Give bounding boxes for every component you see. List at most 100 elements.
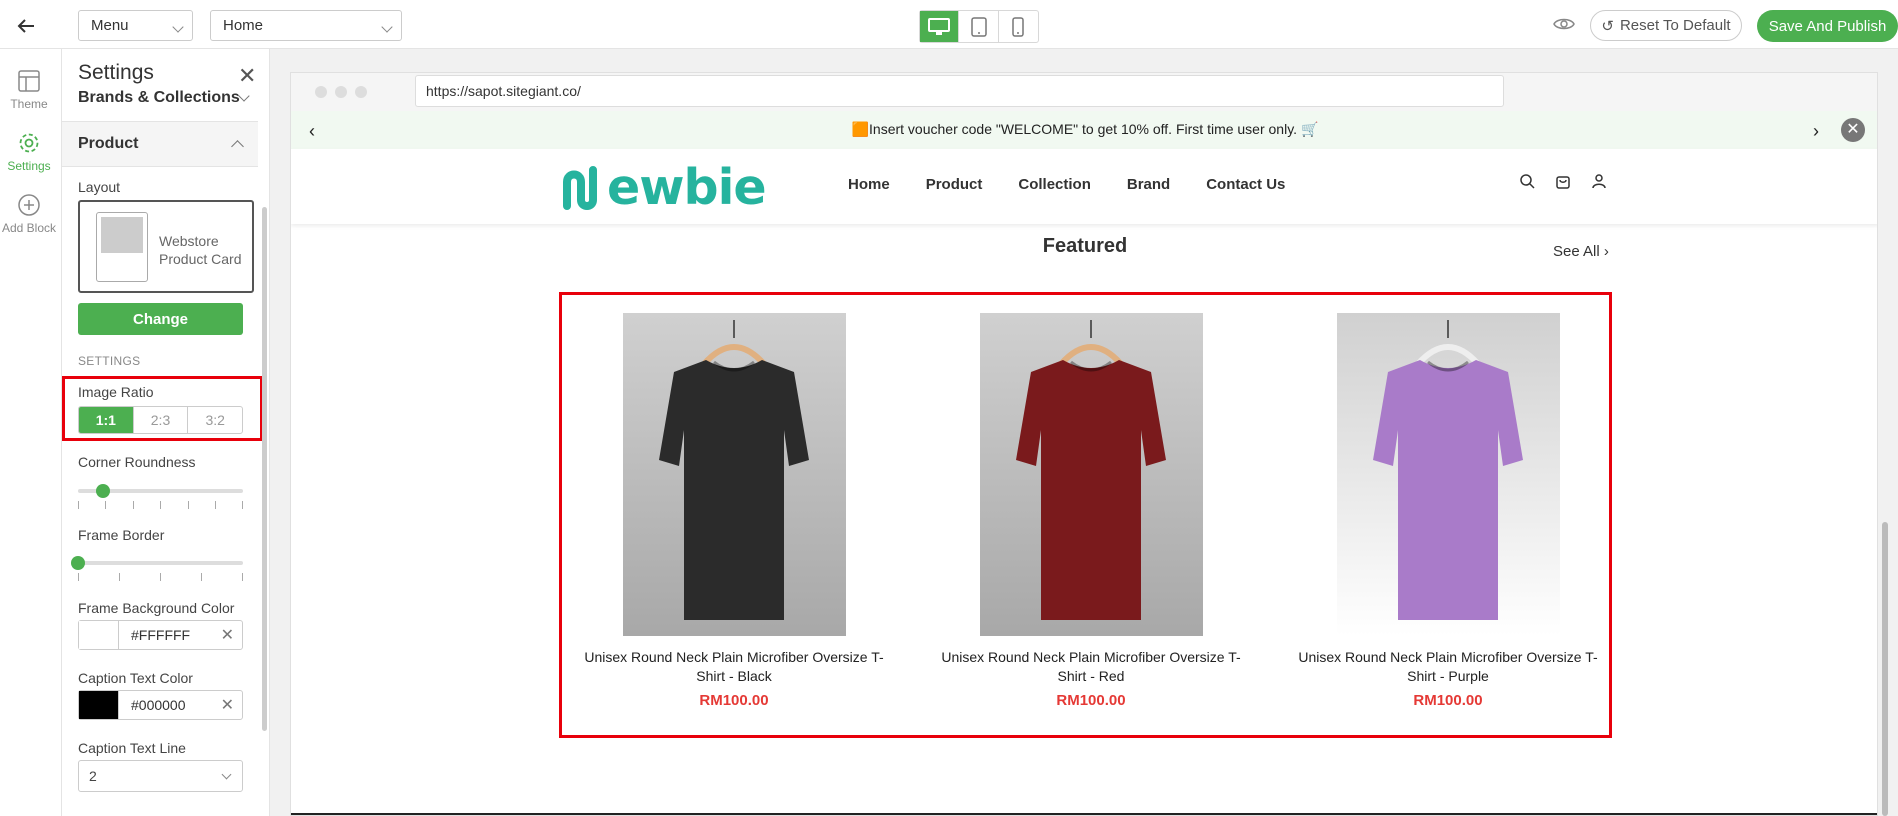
product-card[interactable]: Unisex Round Neck Plain Microfiber Overs… — [578, 313, 890, 709]
panel-title: Settings — [78, 61, 154, 84]
color-swatch[interactable] — [79, 621, 119, 649]
plus-circle-icon — [18, 194, 40, 216]
rail-item-theme[interactable]: Theme — [0, 69, 58, 111]
product-card[interactable]: Unisex Round Neck Plain Microfiber Overs… — [1292, 313, 1604, 709]
clear-icon[interactable]: ✕ — [221, 695, 234, 715]
product-section-header[interactable]: Product — [62, 121, 258, 167]
corner-roundness-label: Corner Roundness — [78, 454, 196, 470]
preview-eye-icon[interactable] — [1553, 16, 1575, 37]
site-preview: https://sapot.sitegiant.co/ ‹ 🟧Insert vo… — [290, 72, 1878, 816]
search-icon[interactable] — [1519, 173, 1535, 189]
rail-label: Theme — [10, 97, 48, 111]
caption-line-label: Caption Text Line — [78, 740, 186, 756]
rail-label: Settings — [7, 159, 51, 173]
rail-item-settings[interactable]: Settings — [0, 131, 58, 173]
publish-label: Save And Publish — [1768, 17, 1887, 35]
nav-item-home[interactable]: Home — [848, 176, 890, 193]
desktop-view-button[interactable] — [920, 11, 960, 42]
reset-label: Reset To Default — [1619, 17, 1731, 34]
nav-item-brand[interactable]: Brand — [1127, 176, 1170, 193]
brands-collections-section[interactable]: Brands & Collections — [78, 89, 250, 107]
back-arrow-icon[interactable] — [14, 14, 38, 38]
announcement-bar: ‹ 🟧Insert voucher code "WELCOME" to get … — [291, 111, 1877, 149]
rail-item-add-block[interactable]: Add Block — [0, 193, 58, 235]
corner-roundness-slider[interactable] — [78, 484, 243, 498]
nav-item-collection[interactable]: Collection — [1018, 176, 1091, 193]
rail-label: Add Block — [1, 221, 57, 235]
nav-item-contact[interactable]: Contact Us — [1206, 176, 1285, 193]
browser-chrome: https://sapot.sitegiant.co/ — [291, 73, 1877, 111]
caption-color-label: Caption Text Color — [78, 670, 193, 686]
layout-label: Layout — [78, 179, 121, 195]
chevron-up-icon — [231, 140, 244, 153]
nav-item-product[interactable]: Product — [926, 176, 983, 193]
color-swatch[interactable] — [79, 691, 119, 719]
chevron-right-icon[interactable]: › — [1813, 121, 1819, 142]
mobile-icon — [1012, 16, 1025, 37]
tablet-icon — [970, 16, 987, 37]
product-name[interactable]: Unisex Round Neck Plain Microfiber Overs… — [1292, 648, 1604, 686]
device-toggle — [919, 10, 1039, 43]
site-header: ewbie Home Product Collection Brand Cont… — [291, 149, 1877, 224]
close-icon[interactable]: ✕ — [238, 63, 256, 89]
frame-border-label: Frame Border — [78, 527, 165, 543]
site-logo[interactable]: ewbie — [561, 159, 767, 216]
section-title: Featured — [1042, 235, 1128, 257]
frame-border-slider[interactable] — [71, 556, 243, 570]
caption-color-field[interactable]: #000000 ✕ — [78, 690, 243, 720]
product-price: RM100.00 — [1413, 692, 1483, 709]
product-image[interactable] — [1336, 313, 1560, 636]
cart-icon[interactable] — [1555, 173, 1571, 189]
product-image[interactable] — [622, 313, 846, 636]
settings-header: SETTINGS — [78, 354, 141, 368]
top-toolbar: Menu Home ↺ Reset To Default Save And Pub… — [0, 0, 1898, 49]
reset-to-default-button[interactable]: ↺ Reset To Default — [1590, 10, 1742, 41]
caption-line-select[interactable]: 2 — [78, 760, 243, 792]
product-name[interactable]: Unisex Round Neck Plain Microfiber Overs… — [935, 648, 1247, 686]
frame-bg-color-field[interactable]: #FFFFFF ✕ — [78, 620, 243, 650]
change-label: Change — [132, 310, 188, 328]
highlight-box — [62, 376, 263, 441]
product-image[interactable] — [979, 313, 1203, 636]
slider-handle[interactable] — [71, 556, 85, 570]
window-dot — [335, 86, 347, 98]
desktop-icon — [928, 17, 951, 35]
window-dot — [315, 86, 327, 98]
user-icon[interactable] — [1591, 173, 1607, 189]
header-icons — [1519, 173, 1607, 189]
color-hex-value: #FFFFFF — [131, 627, 191, 643]
save-and-publish-button[interactable]: Save And Publish — [1757, 10, 1898, 42]
logo-n-icon — [563, 166, 597, 210]
tshirt-icon — [1373, 319, 1523, 620]
layout-name: Webstore Product Card — [159, 233, 242, 267]
left-rail: Theme Settings Add Block — [0, 49, 62, 816]
section-label: Product — [78, 135, 139, 152]
section-label: Brands & Collections — [78, 89, 240, 106]
select-value: 2 — [89, 768, 97, 784]
announcement-text: 🟧Insert voucher code "WELCOME" to get 10… — [851, 121, 1319, 137]
layout-card[interactable]: Webstore Product Card — [78, 200, 254, 293]
product-name[interactable]: Unisex Round Neck Plain Microfiber Overs… — [578, 648, 890, 686]
tablet-view-button[interactable] — [959, 11, 999, 42]
menu-select[interactable]: Menu — [78, 10, 193, 41]
close-icon[interactable]: ✕ — [1841, 118, 1865, 142]
slider-handle[interactable] — [95, 484, 110, 498]
product-card[interactable]: Unisex Round Neck Plain Microfiber Overs… — [935, 313, 1247, 709]
preview-scrollbar[interactable] — [1882, 522, 1888, 816]
slider-ticks — [78, 573, 243, 581]
see-all-link[interactable]: See All › — [1553, 243, 1609, 260]
theme-icon — [18, 70, 40, 92]
tshirt-icon — [659, 319, 809, 620]
clear-icon[interactable]: ✕ — [221, 625, 234, 645]
logo-text: ewbie — [607, 159, 767, 216]
page-select[interactable]: Home — [210, 10, 402, 41]
frame-bg-color-label: Frame Background Color — [78, 600, 235, 616]
panel-scrollbar[interactable] — [262, 207, 267, 731]
page-select-value: Home — [223, 17, 264, 34]
window-dot — [355, 86, 367, 98]
chevron-down-icon — [381, 21, 393, 33]
mobile-view-button[interactable] — [999, 11, 1038, 42]
product-price: RM100.00 — [1056, 692, 1126, 709]
tshirt-icon — [1016, 319, 1166, 620]
change-layout-button[interactable]: Change — [78, 303, 243, 335]
